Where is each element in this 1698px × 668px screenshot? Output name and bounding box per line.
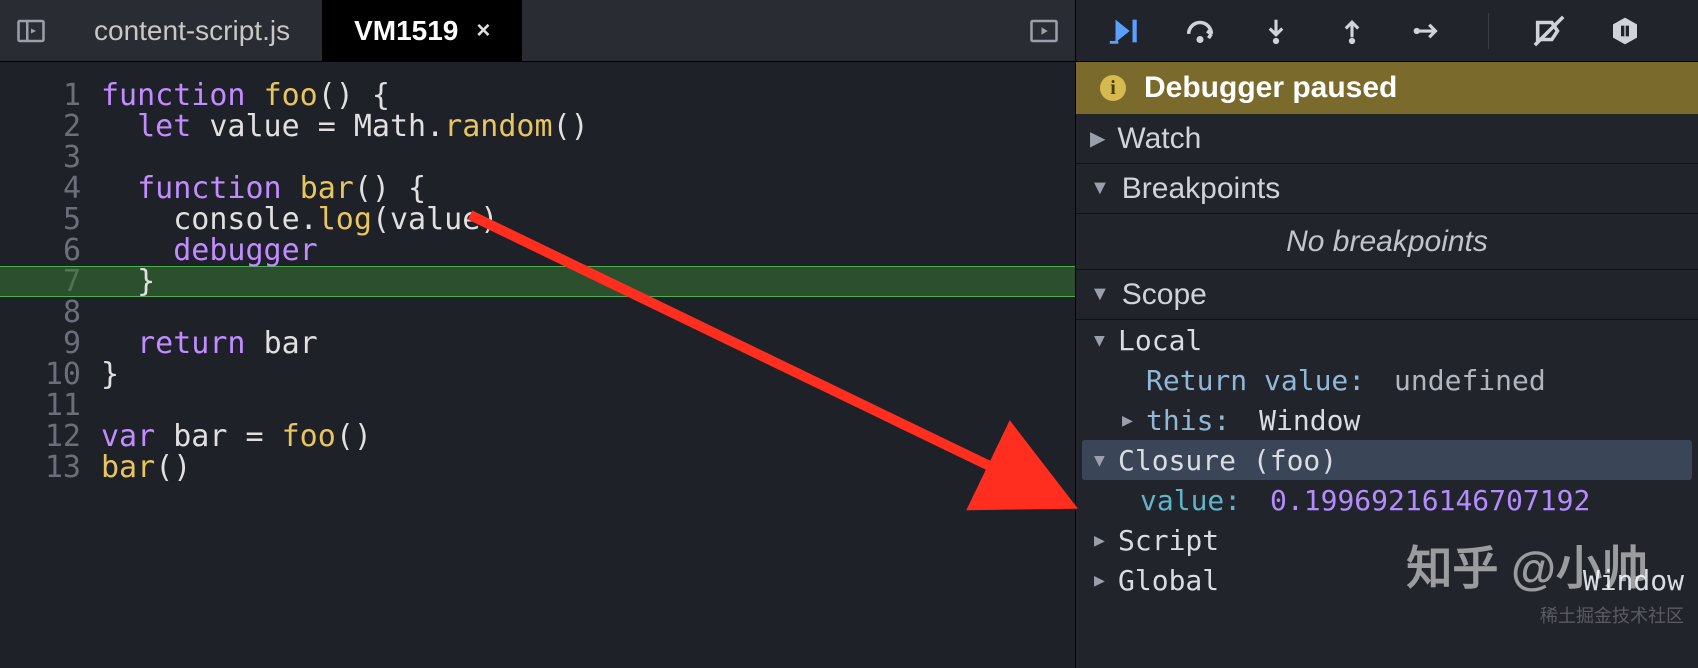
step-out-icon[interactable] xyxy=(1332,11,1372,51)
code-line[interactable] xyxy=(101,297,1075,328)
chevron-down-icon: ▼ xyxy=(1090,177,1110,200)
chevron-down-icon: ▼ xyxy=(1094,330,1112,351)
scope-closure-foo[interactable]: ▼ Closure (foo) xyxy=(1082,440,1692,480)
code-line[interactable]: bar() xyxy=(101,452,1075,483)
code-editor[interactable]: 12345678910111213 function foo() { let v… xyxy=(0,62,1075,668)
scope-local[interactable]: ▼ Local xyxy=(1076,320,1698,360)
section-label: Scope xyxy=(1122,278,1207,312)
code-line[interactable]: var bar = foo() xyxy=(101,421,1075,452)
deactivate-breakpoints-icon[interactable] xyxy=(1529,11,1569,51)
tab-content-script[interactable]: content-script.js xyxy=(62,0,322,61)
debugger-toolbar xyxy=(1076,0,1698,62)
section-label: Breakpoints xyxy=(1122,172,1280,206)
watermark-juejin: 稀土掘金技术社区 xyxy=(1540,602,1684,628)
pause-on-exceptions-icon[interactable] xyxy=(1605,11,1645,51)
code-line[interactable] xyxy=(101,390,1075,421)
chevron-down-icon: ▼ xyxy=(1094,450,1112,471)
scope-script[interactable]: ▶ Script xyxy=(1076,520,1698,560)
code-line[interactable]: } xyxy=(101,359,1075,390)
resume-icon[interactable] xyxy=(1104,11,1144,51)
code-line[interactable]: let value = Math.random() xyxy=(101,111,1075,142)
tab-label: content-script.js xyxy=(94,15,290,47)
scope-this[interactable]: ▶ this: Window xyxy=(1076,400,1698,440)
tab-vm1519[interactable]: VM1519 × xyxy=(322,0,522,61)
editor-pane: content-script.js VM1519 × 1234567891011… xyxy=(0,0,1075,668)
scope-return-value[interactable]: Return value: undefined xyxy=(1076,360,1698,400)
step-icon[interactable] xyxy=(1408,11,1448,51)
run-snippet-icon[interactable] xyxy=(1013,0,1075,61)
show-navigator-icon[interactable] xyxy=(0,0,62,61)
code-line[interactable]: console.log(value) xyxy=(101,204,1075,235)
chevron-right-icon: ▶ xyxy=(1122,410,1140,431)
close-icon[interactable]: × xyxy=(476,17,490,45)
code-line[interactable]: return bar xyxy=(101,328,1075,359)
no-breakpoints-message: No breakpoints xyxy=(1076,214,1698,270)
banner-text: Debugger paused xyxy=(1144,71,1397,105)
code-content: function foo() { let value = Math.random… xyxy=(95,62,1075,668)
debugger-sidebar: i Debugger paused ▶ Watch ▼ Breakpoints … xyxy=(1075,0,1698,668)
code-line[interactable] xyxy=(101,142,1075,173)
editor-tabbar: content-script.js VM1519 × xyxy=(0,0,1075,62)
scope-closure-value[interactable]: value: 0.19969216146707192 xyxy=(1076,480,1698,520)
chevron-right-icon: ▶ xyxy=(1090,126,1105,151)
section-label: Watch xyxy=(1117,122,1201,156)
code-line[interactable]: debugger xyxy=(101,235,1075,266)
step-over-icon[interactable] xyxy=(1180,11,1220,51)
code-line[interactable]: function foo() { xyxy=(101,80,1075,111)
scope-global[interactable]: ▶ Global Window xyxy=(1076,560,1698,600)
section-watch[interactable]: ▶ Watch xyxy=(1076,114,1698,164)
line-gutter: 12345678910111213 xyxy=(0,62,95,668)
section-breakpoints[interactable]: ▼ Breakpoints xyxy=(1076,164,1698,214)
tab-label: VM1519 xyxy=(354,15,458,47)
scope-tree: ▼ Local Return value: undefined ▶ this: … xyxy=(1076,320,1698,600)
section-scope[interactable]: ▼ Scope xyxy=(1076,270,1698,320)
chevron-right-icon: ▶ xyxy=(1094,570,1112,591)
chevron-right-icon: ▶ xyxy=(1094,530,1112,551)
code-line[interactable]: function bar() { xyxy=(101,173,1075,204)
chevron-down-icon: ▼ xyxy=(1090,283,1110,306)
debugger-paused-banner: i Debugger paused xyxy=(1076,62,1698,114)
code-line[interactable]: } xyxy=(101,266,1075,297)
info-icon: i xyxy=(1100,75,1126,101)
step-into-icon[interactable] xyxy=(1256,11,1296,51)
